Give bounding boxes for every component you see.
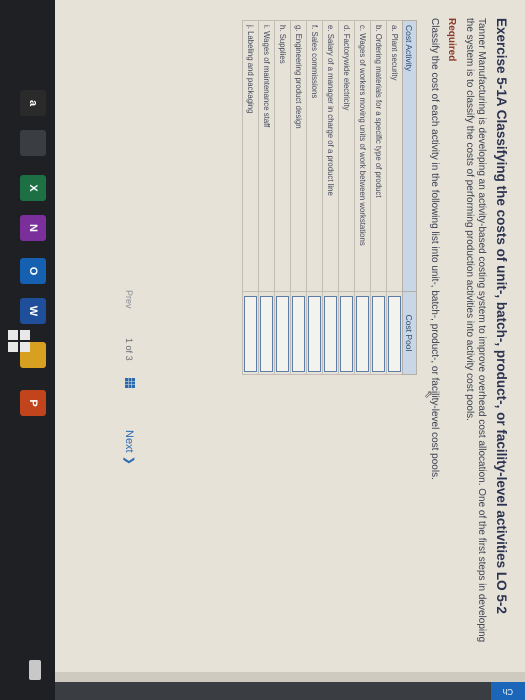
cost-pool-cell [370, 291, 387, 375]
browser-edge: Ch [55, 682, 525, 700]
activity-letter: e. [326, 25, 335, 32]
next-button[interactable]: Next ❯ [123, 430, 136, 465]
keyboard-icon[interactable] [29, 660, 41, 680]
activity-letter: a. [390, 25, 399, 32]
activity-text: Wages of workers moving units of work be… [358, 33, 367, 246]
cost-pool-dropdown[interactable] [260, 296, 273, 372]
cloud-icon[interactable] [20, 130, 46, 156]
page-of: of [124, 345, 134, 354]
rotated-screen: Exercise 5-1A Classifying the costs of u… [0, 0, 525, 700]
table-row: d. Factorywide electricity [338, 20, 355, 375]
page-current: 1 [124, 338, 134, 344]
cost-pool-dropdown[interactable] [292, 296, 305, 372]
word-icon[interactable]: W [20, 298, 46, 324]
activity-text: Engineering product design [294, 33, 303, 129]
table-row: a. Plant security [386, 20, 403, 375]
activity-letter: h. [278, 25, 287, 32]
cost-pool-cell [242, 291, 259, 375]
windows-logo-icon[interactable] [8, 330, 30, 352]
cost-activity-cell: g. Engineering product design [290, 20, 307, 292]
chevron-right-icon: ❯ [123, 455, 135, 465]
outlook-icon[interactable]: O [20, 258, 46, 284]
table-row: i. Wages of maintenance staff [258, 20, 275, 375]
cost-pool-cell [290, 291, 307, 375]
table-row: f. Sales commissions [306, 20, 323, 375]
activity-letter: d. [342, 25, 351, 32]
next-label: Next [123, 430, 135, 453]
activity-letter: j. [246, 25, 255, 29]
cost-activity-cell: b. Ordering materials for a specific typ… [370, 20, 387, 292]
table-row: j. Labeling and packaging [242, 20, 259, 375]
exercise-intro: Tanner Manufacturing is developing an ac… [464, 18, 487, 643]
table-row: h. Supplies [274, 20, 291, 375]
cost-pool-dropdown[interactable] [308, 296, 321, 372]
cost-activity-cell: d. Factorywide electricity [338, 20, 355, 292]
cost-pool-cell [386, 291, 403, 375]
cost-pool-cell [322, 291, 339, 375]
cost-activity-cell: f. Sales commissions [306, 20, 323, 292]
excel-icon[interactable]: X [20, 175, 46, 201]
taskbar: a XNOW P [0, 0, 55, 700]
activity-letter: g. [294, 25, 303, 32]
cost-pool-dropdown[interactable] [388, 296, 401, 372]
cost-pool-dropdown[interactable] [244, 296, 257, 372]
cost-activity-cell: e. Salary of a manager in charge of a pr… [322, 20, 339, 292]
browser-tab[interactable]: Ch [491, 682, 525, 700]
table-row: e. Salary of a manager in charge of a pr… [322, 20, 339, 375]
cost-pool-cell [338, 291, 355, 375]
activity-text: Salary of a manager in charge of a produ… [326, 33, 335, 196]
cost-pool-dropdown[interactable] [324, 296, 337, 372]
amazon-icon[interactable]: a [20, 90, 46, 116]
activity-letter: f. [310, 25, 319, 30]
cost-activity-table: Cost Activity Cost Pool a. Plant securit… [242, 20, 417, 375]
required-label: Required [446, 18, 457, 62]
activity-letter: c. [358, 25, 367, 32]
page-total: 3 [124, 355, 134, 361]
activity-letter: b. [374, 25, 383, 32]
page-counter: 1 of 3 [124, 338, 134, 361]
onenote-icon[interactable]: N [20, 215, 46, 241]
table-row: b. Ordering materials for a specific typ… [370, 20, 387, 375]
activity-text: Labeling and packaging [246, 31, 255, 114]
header-cost-pool: Cost Pool [402, 291, 417, 375]
activity-text: Plant security [390, 33, 399, 81]
instruction-text: Classify the cost of each activity in th… [429, 18, 440, 480]
activity-text: Sales commissions [310, 31, 319, 99]
scrollbar[interactable] [55, 672, 525, 682]
prev-button[interactable]: Prev [124, 290, 134, 309]
cost-pool-cell [258, 291, 275, 375]
cost-activity-cell: a. Plant security [386, 20, 403, 292]
activity-text: Factorywide electricity [342, 33, 351, 111]
header-cost-activity: Cost Activity [402, 20, 417, 292]
table-row: c. Wages of workers moving units of work… [354, 20, 371, 375]
cost-activity-cell: h. Supplies [274, 20, 291, 292]
pagination: Prev 1 of 3 Next ❯ [117, 290, 137, 530]
cost-activity-cell: i. Wages of maintenance staff [258, 20, 275, 292]
cost-pool-dropdown[interactable] [372, 296, 385, 372]
powerpoint-icon[interactable]: P [20, 390, 46, 416]
activity-text: Ordering materials for a specific type o… [374, 33, 383, 198]
cost-pool-cell [354, 291, 371, 375]
activity-text: Supplies [278, 33, 287, 64]
cost-pool-dropdown[interactable] [276, 296, 289, 372]
activity-letter: i. [262, 25, 271, 29]
cost-pool-dropdown[interactable] [340, 296, 353, 372]
cost-pool-cell [274, 291, 291, 375]
cost-pool-dropdown[interactable] [356, 296, 369, 372]
cost-activity-cell: j. Labeling and packaging [242, 20, 259, 292]
activity-text: Wages of maintenance staff [262, 31, 271, 128]
exercise-title: Exercise 5-1A Classifying the costs of u… [494, 18, 509, 614]
table-row: g. Engineering product design [290, 20, 307, 375]
cost-pool-cell [306, 291, 323, 375]
grid-icon[interactable] [125, 378, 135, 388]
cost-activity-cell: c. Wages of workers moving units of work… [354, 20, 371, 292]
mouse-cursor-icon: ⇖ [422, 390, 434, 400]
exercise-page: Exercise 5-1A Classifying the costs of u… [55, 0, 525, 672]
